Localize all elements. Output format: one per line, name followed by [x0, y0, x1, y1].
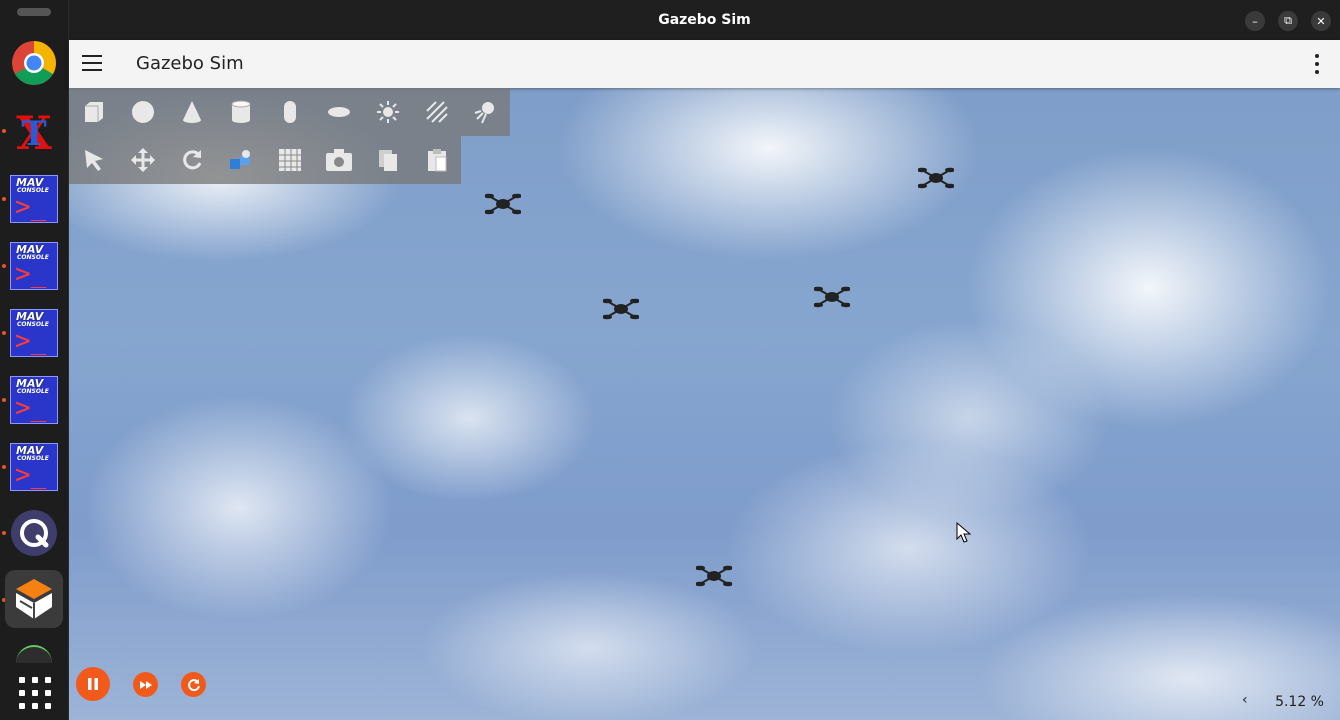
qgroundcontrol-icon: [11, 510, 57, 556]
dock-texmaker[interactable]: X T: [5, 102, 63, 160]
dock-mavconsole-3[interactable]: MAV CONSOLE >_: [5, 304, 63, 362]
grid-snap-icon[interactable]: [265, 136, 314, 184]
drone-model[interactable]: [918, 164, 954, 192]
sphere-icon[interactable]: [118, 88, 167, 136]
directional-light-icon[interactable]: [412, 88, 461, 136]
cylinder-icon[interactable]: [216, 88, 265, 136]
reset-icon: [187, 678, 200, 691]
drone-model[interactable]: [603, 295, 639, 323]
dock-gazebo[interactable]: [5, 570, 63, 628]
box-icon[interactable]: [69, 88, 118, 136]
translate-icon[interactable]: [118, 136, 167, 184]
maximize-button[interactable]: ⧉: [1278, 11, 1298, 31]
minimize-button[interactable]: –: [1245, 11, 1265, 31]
texmaker-icon: X T: [16, 106, 52, 157]
cone-icon[interactable]: [167, 88, 216, 136]
dock-mavconsole-2[interactable]: MAV CONSOLE >_: [5, 237, 63, 295]
select-icon[interactable]: [69, 136, 118, 184]
mavconsole-icon: MAV CONSOLE >_: [10, 309, 58, 357]
rotate-icon[interactable]: [167, 136, 216, 184]
step-button[interactable]: [133, 672, 158, 697]
point-light-icon[interactable]: [363, 88, 412, 136]
mavconsole-icon: MAV CONSOLE >_: [10, 376, 58, 424]
pause-button[interactable]: [76, 667, 110, 701]
paste-icon[interactable]: [412, 136, 461, 184]
app-title: Gazebo Sim: [136, 53, 244, 74]
chrome-icon: [12, 41, 56, 85]
mavconsole-icon: MAV CONSOLE >_: [10, 175, 58, 223]
close-button[interactable]: ✕: [1311, 11, 1331, 31]
drone-model[interactable]: [696, 562, 732, 590]
window-titlebar[interactable]: Gazebo Sim – ⧉ ✕: [69, 0, 1340, 40]
real-time-factor: 5.12 %: [1275, 694, 1324, 710]
dock-mavconsole-5[interactable]: MAV CONSOLE >_: [5, 438, 63, 496]
dock-trash-partial[interactable]: [17, 8, 51, 16]
drone-model[interactable]: [485, 190, 521, 218]
mouse-cursor-icon: [956, 522, 972, 543]
dock-mavconsole-1[interactable]: MAV CONSOLE >_: [5, 170, 63, 228]
dock-mavconsole-4[interactable]: MAV CONSOLE >_: [5, 371, 63, 429]
gazebo-icon: [16, 579, 52, 619]
reset-button[interactable]: [181, 672, 206, 697]
shapes-toolbar: [69, 88, 510, 136]
dock-partial-app[interactable]: [16, 645, 52, 663]
dock-qgroundcontrol[interactable]: [5, 504, 63, 562]
dock-chrome[interactable]: [5, 34, 63, 92]
show-apps-icon[interactable]: [19, 677, 51, 709]
mavconsole-icon: MAV CONSOLE >_: [10, 443, 58, 491]
screenshot-icon[interactable]: [314, 136, 363, 184]
app-header: Gazebo Sim: [69, 40, 1340, 88]
hamburger-menu-icon[interactable]: [82, 55, 102, 71]
pause-icon: [88, 678, 98, 690]
window-title: Gazebo Sim: [658, 12, 751, 28]
capsule-icon[interactable]: [265, 88, 314, 136]
fast-forward-icon: [139, 680, 152, 689]
drone-model[interactable]: [814, 283, 850, 311]
ellipsoid-icon[interactable]: [314, 88, 363, 136]
mavconsole-icon: MAV CONSOLE >_: [10, 242, 58, 290]
svg-text:T: T: [21, 114, 46, 154]
transform-control-icon[interactable]: [216, 136, 265, 184]
stats-expand-toggle[interactable]: ‹: [1242, 692, 1248, 708]
spot-light-icon[interactable]: [461, 88, 510, 136]
ubuntu-dock: X T MAV CONSOLE >_ MAV CONSOLE >_ MAV CONSOLE…: [0, 0, 68, 720]
more-options-icon[interactable]: [1314, 54, 1320, 74]
transform-toolbar: [69, 136, 461, 184]
copy-icon[interactable]: [363, 136, 412, 184]
